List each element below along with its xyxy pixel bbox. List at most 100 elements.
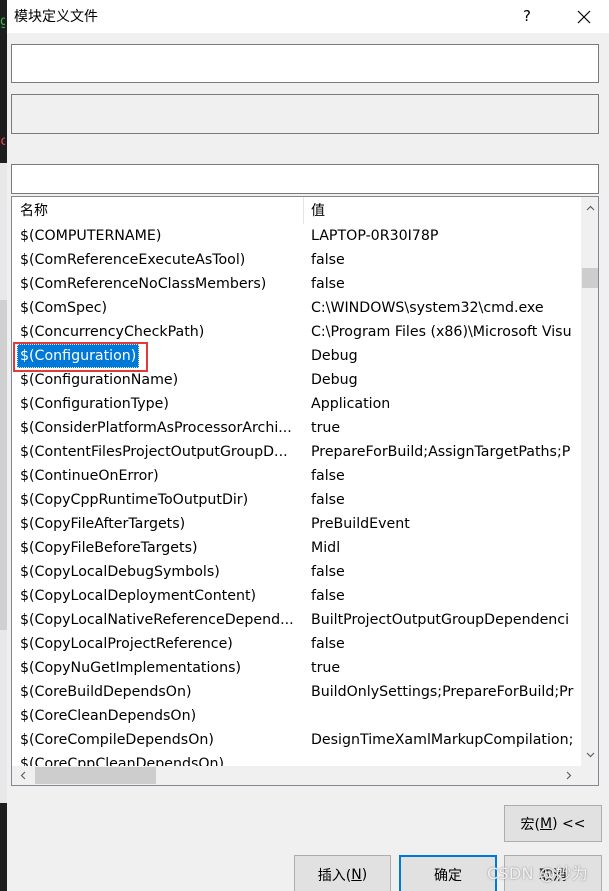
- dialog-title: 模块定义文件: [14, 9, 98, 25]
- macro-value: BuiltProjectOutputGroupDependenci: [311, 612, 570, 628]
- macros-button-suffix: ) <<: [552, 815, 586, 832]
- help-button[interactable]: ?: [512, 0, 542, 33]
- macro-row[interactable]: $(ContinueOnError) false: [12, 464, 581, 488]
- close-button[interactable]: [564, 0, 604, 33]
- macro-name: $(ConcurrencyCheckPath): [20, 324, 205, 340]
- chevron-up-icon: [586, 205, 594, 211]
- macro-name: $(ComReferenceNoClassMembers): [20, 276, 267, 292]
- macro-row[interactable]: $(ConfigurationType) Application: [12, 392, 581, 416]
- macro-name: $(COMPUTERNAME): [20, 228, 162, 244]
- ok-button[interactable]: 确定: [399, 855, 497, 891]
- macro-row[interactable]: $(ComReferenceNoClassMembers) false: [12, 272, 581, 296]
- macros-toggle-button[interactable]: 宏(M) <<: [504, 805, 602, 842]
- macro-value: Midl: [311, 540, 341, 556]
- horizontal-scrollbar[interactable]: [12, 766, 598, 785]
- macro-name: $(CoreCppCleanDependsOn): [20, 756, 225, 766]
- macro-row[interactable]: $(CopyLocalNativeReferenceDepend... Built…: [12, 608, 581, 632]
- macro-row[interactable]: $(CopyLocalDeploymentContent) false: [12, 584, 581, 608]
- macro-name: $(CopyFileBeforeTargets): [20, 540, 198, 556]
- macro-row[interactable]: $(ConsiderPlatformAsProcessorArchi... tru…: [12, 416, 581, 440]
- macro-row[interactable]: $(COMPUTERNAME) LAPTOP-0R30I78P: [12, 224, 581, 248]
- macro-row[interactable]: $(CopyCppRuntimeToOutputDir) false: [12, 488, 581, 512]
- macro-row[interactable]: $(ContentFilesProjectOutputGroupD... Prep…: [12, 440, 581, 464]
- macro-value: [311, 752, 581, 766]
- macro-name: $(CopyNuGetImplementations): [20, 660, 242, 676]
- macro-value: false: [311, 276, 345, 292]
- macro-value: [311, 704, 581, 728]
- macros-button-accelerator: M: [540, 815, 553, 832]
- macro-name: $(Configuration): [17, 344, 140, 368]
- macro-row[interactable]: $(CopyFileBeforeTargets) Midl: [12, 536, 581, 560]
- macro-value: Application: [311, 396, 391, 412]
- horizontal-scroll-thumb[interactable]: [35, 767, 156, 784]
- macro-value: false: [311, 588, 345, 604]
- macro-value: false: [311, 564, 345, 580]
- insert-button-accelerator: N: [351, 867, 362, 883]
- macro-name: $(CoreCleanDependsOn): [20, 708, 197, 724]
- macros-button-label: 宏(: [520, 816, 540, 833]
- insert-button[interactable]: 插入(N): [294, 855, 391, 891]
- background-app-strip: g c: [0, 0, 7, 891]
- macro-definition-input[interactable]: [11, 44, 599, 83]
- macro-name: $(CopyCppRuntimeToOutputDir): [20, 492, 249, 508]
- background-panel-dark: [0, 300, 7, 630]
- macro-row[interactable]: $(ConcurrencyCheckPath) C:\Program Files …: [12, 320, 581, 344]
- macro-row[interactable]: $(CopyNuGetImplementations) true: [12, 656, 581, 680]
- macro-row[interactable]: $(CoreCleanDependsOn): [12, 704, 581, 728]
- macro-row[interactable]: $(CopyLocalDebugSymbols) false: [12, 560, 581, 584]
- scroll-down-button[interactable]: [581, 746, 598, 764]
- background-text-red: c: [0, 134, 5, 149]
- macro-name: $(ComSpec): [20, 300, 108, 316]
- macro-filter-input[interactable]: [11, 164, 599, 194]
- cancel-button[interactable]: 取消: [504, 855, 602, 891]
- macro-name: $(CoreCompileDependsOn): [20, 732, 214, 748]
- macro-value: Debug: [311, 372, 358, 388]
- macro-value: BuildOnlySettings;PrepareForBuild;Pr: [311, 684, 574, 700]
- vertical-scroll-thumb[interactable]: [582, 268, 598, 288]
- macro-name: $(CopyLocalNativeReferenceDepend...: [20, 612, 294, 628]
- chevron-left-icon: [20, 771, 26, 780]
- insert-button-suffix: ): [361, 867, 368, 883]
- insert-button-label: 插入(: [317, 868, 352, 884]
- macro-name: $(CoreBuildDependsOn): [20, 684, 192, 700]
- macro-value: false: [311, 252, 345, 268]
- macro-row[interactable]: $(Configuration) Debug: [12, 344, 581, 368]
- macro-row[interactable]: $(ComReferenceExecuteAsTool) false: [12, 248, 581, 272]
- macro-value: true: [311, 660, 341, 676]
- macro-name: $(ContinueOnError): [20, 468, 159, 484]
- scroll-up-button[interactable]: [581, 199, 598, 217]
- macro-value: LAPTOP-0R30I78P: [311, 228, 439, 244]
- title-bar: 模块定义文件 ?: [7, 0, 609, 33]
- scroll-right-button[interactable]: [560, 766, 578, 785]
- macro-value: PrepareForBuild;AssignTargetPaths;P: [311, 444, 571, 460]
- macro-name: $(CopyLocalDebugSymbols): [20, 564, 220, 580]
- macro-name: $(CopyFileAfterTargets): [20, 516, 186, 532]
- scroll-left-button[interactable]: [14, 766, 32, 785]
- macro-value: false: [311, 468, 345, 484]
- macro-row[interactable]: $(CoreBuildDependsOn) BuildOnlySettings;P…: [12, 680, 581, 704]
- column-header-value[interactable]: 值: [304, 197, 581, 224]
- macro-row[interactable]: $(ConfigurationName) Debug: [12, 368, 581, 392]
- list-rows: $(COMPUTERNAME) LAPTOP-0R30I78P $(ComRefer…: [12, 224, 581, 766]
- vertical-scrollbar[interactable]: [581, 197, 598, 766]
- macro-value: true: [311, 420, 341, 436]
- background-text-green: g: [0, 14, 5, 29]
- macro-value: C:\WINDOWS\system32\cmd.exe: [311, 300, 544, 316]
- macro-row[interactable]: $(ComSpec) C:\WINDOWS\system32\cmd.exe: [12, 296, 581, 320]
- macro-row[interactable]: $(CoreCppCleanDependsOn): [12, 752, 581, 766]
- column-header-name[interactable]: 名称: [12, 197, 304, 224]
- macro-value: PreBuildEvent: [311, 516, 410, 532]
- macro-row[interactable]: $(CopyFileAfterTargets) PreBuildEvent: [12, 512, 581, 536]
- macro-name: $(ConfigurationName): [20, 372, 179, 388]
- macro-row[interactable]: $(CopyLocalProjectReference) false: [12, 632, 581, 656]
- macro-name: $(ContentFilesProjectOutputGroupD...: [20, 444, 288, 460]
- macro-value: Debug: [311, 348, 358, 364]
- macro-row[interactable]: $(CoreCompileDependsOn) DesignTimeXamlMar…: [12, 728, 581, 752]
- macro-name: $(ConfigurationType): [20, 396, 169, 412]
- chevron-down-icon: [586, 752, 594, 758]
- macro-list[interactable]: 名称 值 $(COMPUTERNAME) LAPTOP-0R30I78P $(Com…: [11, 196, 599, 786]
- macro-value: false: [311, 636, 345, 652]
- macro-name: $(ComReferenceExecuteAsTool): [20, 252, 246, 268]
- module-definition-dialog: 模块定义文件 ? 名称 值 $(COMPUTERNAME) LAPTOP-0R30…: [7, 0, 609, 891]
- macro-value: false: [311, 492, 345, 508]
